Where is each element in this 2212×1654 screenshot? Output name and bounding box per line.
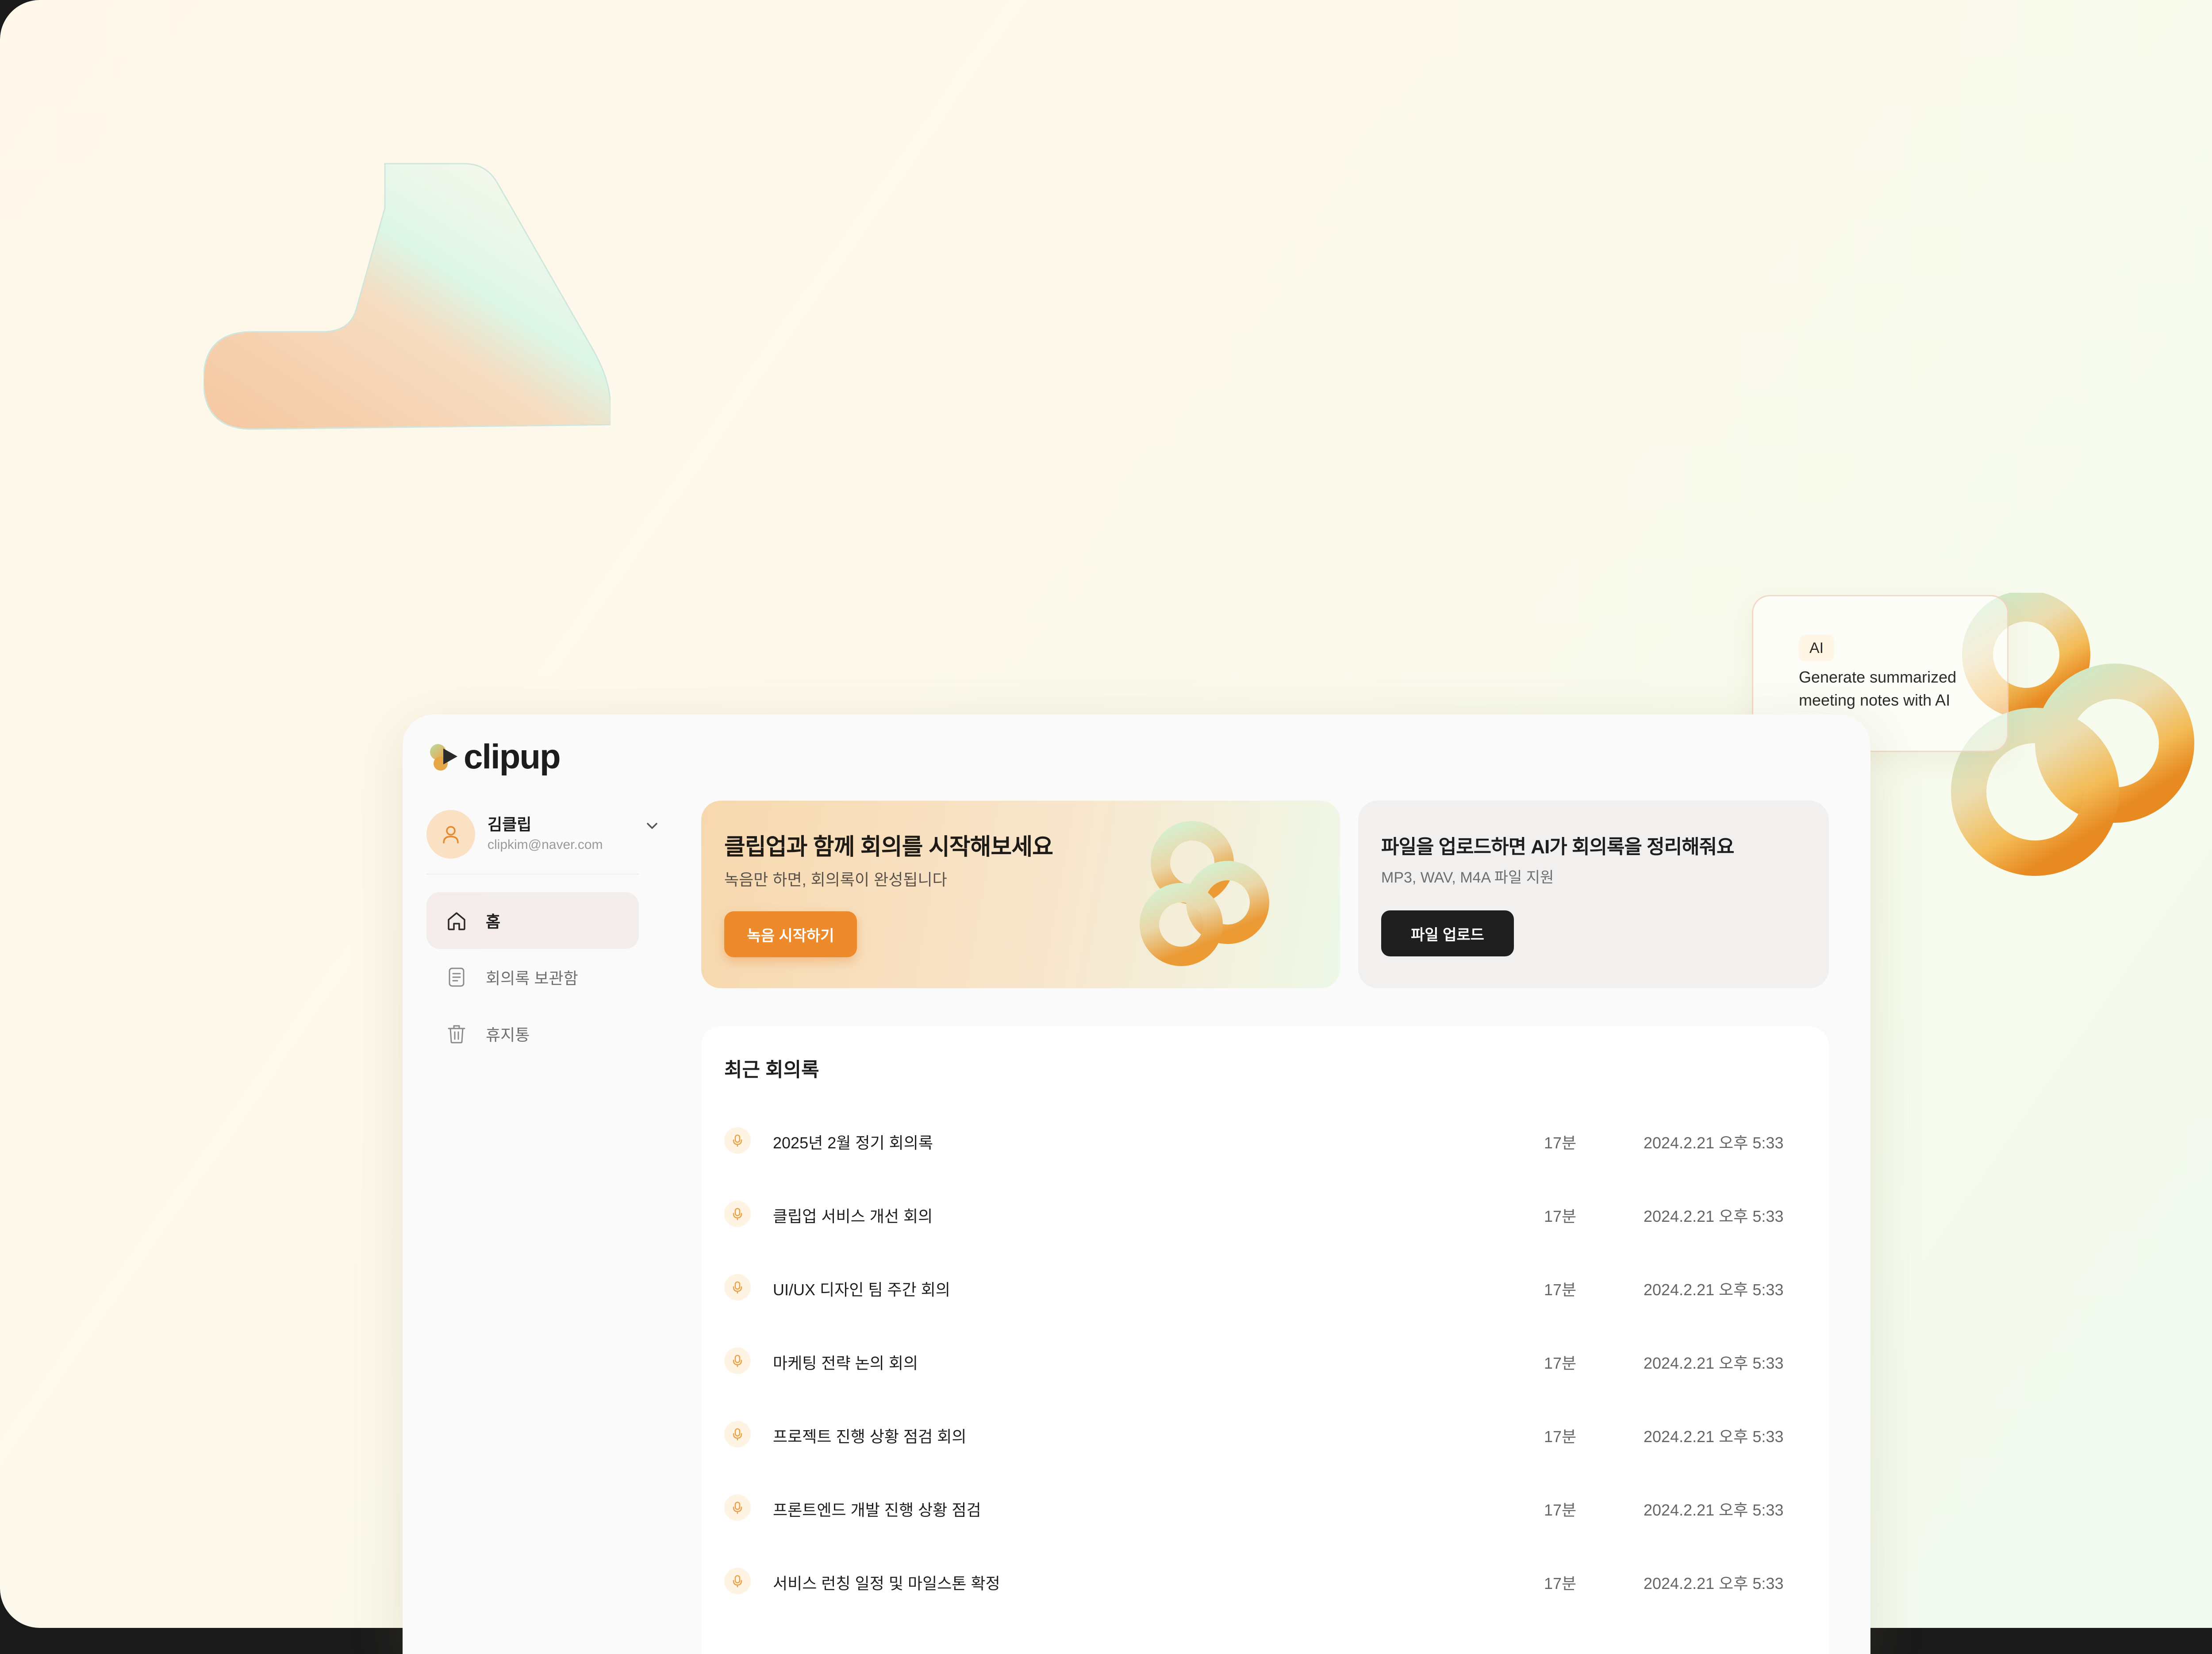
meeting-date: 2024.2.21 오후 5:33 bbox=[1644, 1207, 1784, 1225]
meeting-row[interactable]: 프론트엔드 개발 진행 상황 점검 17분 2024.2.21 오후 5:33 bbox=[701, 1471, 1829, 1544]
meeting-duration: 17분 bbox=[1544, 1574, 1577, 1593]
meeting-duration: 17분 bbox=[1544, 1207, 1577, 1225]
decorative-knot-small bbox=[1140, 821, 1269, 966]
meeting-row[interactable]: 클립업 서비스 개선 회의 17분 2024.2.21 오후 5:33 bbox=[701, 1177, 1829, 1251]
app-window: clipup 김클립 clipkim@naver.com 홈 회의록 보관함 휴… bbox=[403, 714, 1870, 1654]
user-name: 김클립 bbox=[488, 815, 532, 833]
meeting-title: 클립업 서비스 개선 회의 bbox=[773, 1207, 933, 1225]
home-icon bbox=[444, 908, 469, 933]
meeting-duration: 17분 bbox=[1544, 1134, 1577, 1152]
decorative-blob-shape bbox=[204, 163, 611, 430]
meeting-title: UI/UX 디자인 팀 주간 회의 bbox=[773, 1281, 950, 1299]
upload-subtitle: MP3, WAV, M4A 파일 지원 bbox=[1381, 869, 1554, 886]
upload-title: 파일을 업로드하면 AI가 회의록을 정리해줘요 bbox=[1381, 836, 1735, 858]
meeting-duration: 17분 bbox=[1544, 1428, 1577, 1446]
sidebar-item-label: 회의록 보관함 bbox=[486, 969, 578, 987]
meeting-date: 2024.2.21 오후 5:33 bbox=[1644, 1134, 1784, 1152]
meeting-title: 2025년 2월 정기 회의록 bbox=[773, 1134, 933, 1152]
meeting-date: 2024.2.21 오후 5:33 bbox=[1644, 1574, 1784, 1593]
recent-meetings-panel: 최근 회의록 2025년 2월 정기 회의록 17분 2024.2.21 오후 5:… bbox=[701, 1026, 1829, 1654]
ai-badge: AI bbox=[1799, 635, 1834, 661]
hero-title: 클립업과 함께 회의를 시작해보세요 bbox=[724, 834, 1053, 860]
start-recording-button[interactable]: 녹음 시작하기 bbox=[724, 911, 857, 957]
sidebar-item-trash[interactable]: 휴지통 bbox=[426, 1005, 639, 1062]
microphone-icon bbox=[724, 1347, 751, 1374]
meeting-title: 프로젝트 진행 상황 점검 회의 bbox=[773, 1428, 967, 1446]
microphone-icon bbox=[724, 1127, 751, 1154]
microphone-icon bbox=[724, 1274, 751, 1301]
user-email: clipkim@naver.com bbox=[488, 837, 603, 852]
meeting-duration: 17분 bbox=[1544, 1281, 1577, 1299]
microphone-icon bbox=[724, 1568, 751, 1594]
start-recording-card: 클립업과 함께 회의를 시작해보세요 녹음만 하면, 회의록이 완성됩니다 녹음… bbox=[701, 801, 1340, 988]
microphone-icon bbox=[724, 1201, 751, 1227]
file-upload-button[interactable]: 파일 업로드 bbox=[1381, 910, 1514, 956]
meeting-row[interactable]: 서비스 런칭 일정 및 마일스톤 확정 17분 2024.2.21 오후 5:33 bbox=[701, 1544, 1829, 1618]
sidebar-item-label: 휴지통 bbox=[486, 1026, 530, 1044]
sidebar-item-home[interactable]: 홈 bbox=[426, 892, 639, 949]
microphone-icon bbox=[724, 1494, 751, 1521]
meeting-row[interactable]: UI/UX 디자인 팀 주간 회의 17분 2024.2.21 오후 5:33 bbox=[701, 1251, 1829, 1324]
meeting-duration: 17분 bbox=[1544, 1354, 1577, 1372]
meeting-date: 2024.2.21 오후 5:33 bbox=[1644, 1281, 1784, 1299]
meeting-title: 마케팅 전략 논의 회의 bbox=[773, 1354, 918, 1372]
meeting-row[interactable]: 2025년 2월 정기 회의록 17분 2024.2.21 오후 5:33 bbox=[701, 1104, 1829, 1177]
clipup-logo-icon bbox=[430, 744, 457, 771]
chevron-down-icon[interactable] bbox=[643, 817, 661, 835]
avatar bbox=[426, 810, 475, 859]
archive-icon bbox=[444, 965, 469, 990]
trash-icon bbox=[444, 1021, 469, 1046]
meeting-row[interactable]: 마케팅 전략 논의 회의 17분 2024.2.21 오후 5:33 bbox=[701, 1324, 1829, 1397]
meeting-title: 서비스 런칭 일정 및 마일스톤 확정 bbox=[773, 1574, 1000, 1593]
meeting-date: 2024.2.21 오후 5:33 bbox=[1644, 1501, 1784, 1519]
meeting-date: 2024.2.21 오후 5:33 bbox=[1644, 1428, 1784, 1446]
ai-promo-text: Generate summarized meeting notes with A… bbox=[1799, 668, 1957, 709]
user-profile[interactable]: 김클립 clipkim@naver.com bbox=[426, 808, 657, 861]
user-icon bbox=[443, 826, 459, 844]
brand-name: clipup bbox=[464, 737, 561, 776]
meeting-duration: 17분 bbox=[1544, 1501, 1577, 1519]
meeting-title: 프론트엔드 개발 진행 상황 점검 bbox=[773, 1501, 981, 1519]
sidebar-item-archive[interactable]: 회의록 보관함 bbox=[426, 949, 639, 1005]
file-upload-card: 파일을 업로드하면 AI가 회의록을 정리해줘요 MP3, WAV, M4A 파… bbox=[1358, 801, 1829, 988]
sidebar-item-label: 홈 bbox=[486, 913, 501, 931]
meeting-date: 2024.2.21 오후 5:33 bbox=[1644, 1354, 1784, 1372]
hero-subtitle: 녹음만 하면, 회의록이 완성됩니다 bbox=[724, 871, 947, 889]
meeting-row[interactable]: 프로젝트 진행 상황 점검 회의 17분 2024.2.21 오후 5:33 bbox=[701, 1397, 1829, 1471]
recent-meetings-title: 최근 회의록 bbox=[724, 1059, 819, 1081]
sidebar-divider bbox=[426, 874, 639, 875]
clipup-logo[interactable]: clipup bbox=[426, 737, 561, 776]
microphone-icon bbox=[724, 1421, 751, 1447]
